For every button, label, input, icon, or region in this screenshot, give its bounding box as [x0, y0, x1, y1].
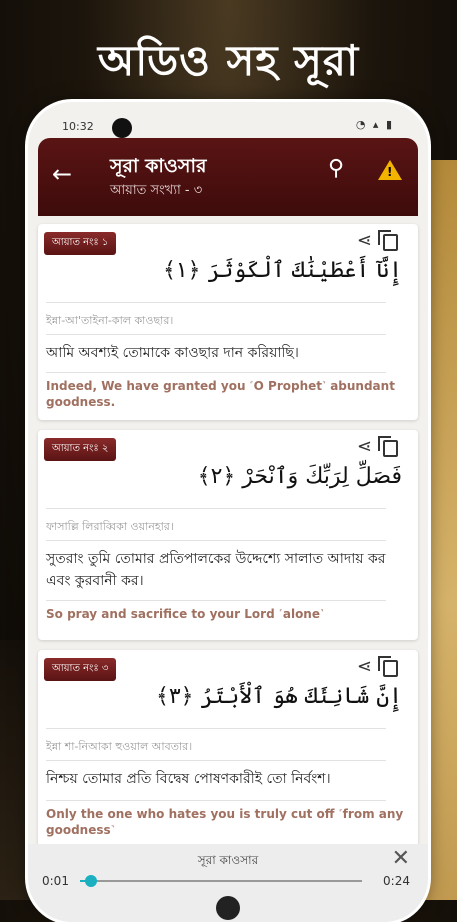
- arabic-text: إِنَّآ أَعْطَيْنَٰكَ ٱلْكَوْثَرَ ﴿١﴾: [162, 258, 402, 283]
- warning-mark: !: [387, 165, 393, 179]
- verse-count: আয়াত সংখ্যা - ৩: [110, 183, 203, 198]
- verse-card-2: আয়াত নংঃ ২ ⋖ فَصَلِّ لِرَبِّكَ وَٱنْحَر…: [38, 430, 418, 640]
- phone-screen: 10:32 ◔ ▴ ▮ ← সূরা কাওসার আয়াত সংখ্যা -…: [28, 102, 428, 922]
- surah-title: সূরা কাওসার: [110, 155, 207, 177]
- verse-number-badge: আয়াত নংঃ ২: [44, 438, 117, 461]
- verse-number-badge: আয়াত নংঃ ৩: [44, 658, 117, 681]
- bangla-translation: সুতরাং তুমি তোমার প্রতিপালকের উদ্দেশ্যে …: [46, 551, 386, 589]
- divider: [46, 760, 386, 761]
- verse-card-1: আয়াত নংঃ ১ ⋖ إِنَّآ أَعْطَيْنَٰكَ ٱلْكَ…: [38, 224, 418, 420]
- divider: [46, 508, 386, 509]
- verse-number-badge: আয়াত নংঃ ১: [44, 232, 117, 255]
- divider: [46, 728, 386, 729]
- audio-player: সূরা কাওসার ✕ 0:01 0:24: [28, 844, 428, 922]
- status-icons: ◔ ▴ ▮: [355, 118, 394, 131]
- transliteration-text: ইন্না শা-নিআকা হুওয়াল আবতার।: [46, 740, 193, 753]
- copy-icon[interactable]: [378, 230, 398, 251]
- english-translation: Only the one who hates you is truly cut …: [46, 807, 404, 837]
- divider: [46, 540, 386, 541]
- player-title: সূরা কাওসার: [197, 853, 259, 867]
- warning-icon[interactable]: !: [378, 160, 402, 180]
- english-translation: So pray and sacrifice to your Lord ˹alon…: [46, 607, 324, 621]
- close-icon[interactable]: ✕: [392, 846, 410, 871]
- divider: [46, 372, 386, 373]
- app-bar: ← সূরা কাওসার আয়াত সংখ্যা - ৩ ⚲ !: [38, 138, 418, 216]
- bangla-translation: নিশ্চয় তোমার প্রতি বিদ্বেষ পোষণকারীই তো…: [46, 771, 331, 787]
- front-camera: [112, 118, 132, 138]
- promo-title: অডিও সহ সূরা: [97, 36, 360, 85]
- copy-icon[interactable]: [378, 436, 398, 457]
- bangla-translation: আমি অবশ্যই তোমাকে কাওছার দান করিয়াছি।: [46, 345, 299, 361]
- english-translation: Indeed, We have granted you ˹O Prophet˺ …: [46, 379, 395, 409]
- status-bar: 10:32 ◔ ▴ ▮: [28, 102, 428, 138]
- divider: [46, 302, 386, 303]
- arabic-text: فَصَلِّ لِرَبِّكَ وَٱنْحَرْ ﴿٢﴾: [197, 464, 402, 489]
- transliteration-text: ইন্না-আ'তাইনা-কাল কাওছার।: [46, 314, 174, 327]
- divider: [46, 800, 386, 801]
- total-time: 0:24: [383, 874, 410, 888]
- search-icon[interactable]: ⚲: [328, 156, 344, 181]
- arabic-text: إِنَّ شَانِئَكَ هُوَ ٱلْأَبْتَرُ ﴿٣﴾: [155, 684, 402, 709]
- divider: [46, 334, 386, 335]
- divider: [46, 600, 386, 601]
- share-icon[interactable]: ⋖: [357, 230, 372, 251]
- copy-icon[interactable]: [378, 656, 398, 677]
- back-arrow-icon[interactable]: ←: [52, 160, 72, 188]
- status-time: 10:32: [62, 120, 94, 133]
- transliteration-text: ফাসাল্লি লিরাব্বিকা ওয়ানহার।: [46, 520, 174, 533]
- share-icon[interactable]: ⋖: [357, 436, 372, 457]
- share-icon[interactable]: ⋖: [357, 656, 372, 677]
- current-time: 0:01: [42, 874, 69, 888]
- verse-card-3: আয়াত নংঃ ৩ ⋖ إِنَّ شَانِئَكَ هُوَ ٱلْأَ…: [38, 650, 418, 860]
- seek-handle[interactable]: [85, 875, 98, 887]
- seek-bar[interactable]: [80, 875, 362, 887]
